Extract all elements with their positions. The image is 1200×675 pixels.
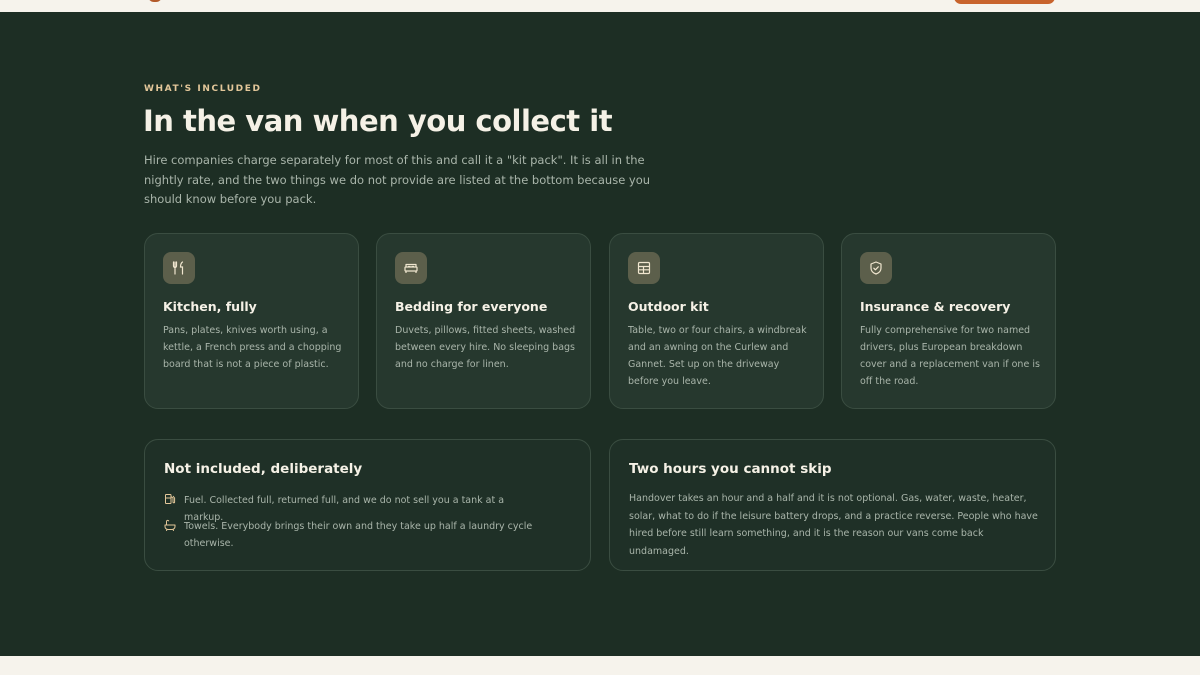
card-body: Pans, plates, knives worth using, a kett… xyxy=(163,325,342,370)
section-lede: Hire companies charge separately for mos… xyxy=(144,153,651,206)
section-heading: In the van when you collect it xyxy=(143,104,613,138)
card-title: Insurance & recovery xyxy=(860,299,1011,314)
card-insurance: Insurance & recovery Fully comprehensive… xyxy=(841,233,1056,409)
fuel-icon xyxy=(165,494,176,504)
utensils-icon xyxy=(163,252,195,284)
panel-body: Handover takes an hour and a half and it… xyxy=(629,493,1038,557)
logo-icon[interactable] xyxy=(148,0,162,2)
list-item-text: Towels. Everybody brings their own and t… xyxy=(184,521,533,549)
list-item: Towels. Everybody brings their own and t… xyxy=(164,518,544,552)
not-included-panel: Not included, deliberately Fuel. Collect… xyxy=(144,439,591,571)
handover-panel: Two hours you cannot skip Handover takes… xyxy=(609,439,1056,571)
card-outdoor: Outdoor kit Table, two or four chairs, a… xyxy=(609,233,824,409)
card-body: Duvets, pillows, fitted sheets, washed b… xyxy=(395,325,576,370)
section-eyebrow: WHAT'S INCLUDED xyxy=(144,84,262,94)
bed-icon xyxy=(395,252,427,284)
card-title: Bedding for everyone xyxy=(395,299,548,314)
bath-icon xyxy=(164,519,176,531)
header-strip xyxy=(0,0,1200,12)
card-bedding: Bedding for everyone Duvets, pillows, fi… xyxy=(376,233,591,409)
grid-icon xyxy=(628,252,660,284)
panel-title: Not included, deliberately xyxy=(164,461,363,477)
book-button[interactable] xyxy=(954,0,1055,4)
footer-strip xyxy=(0,656,1200,675)
shield-check-icon xyxy=(860,252,892,284)
panel-title: Two hours you cannot skip xyxy=(629,461,832,477)
card-body: Fully comprehensive for two named driver… xyxy=(860,325,1040,387)
card-body: Table, two or four chairs, a windbreak a… xyxy=(628,325,807,387)
card-kitchen: Kitchen, fully Pans, plates, knives wort… xyxy=(144,233,359,409)
card-title: Kitchen, fully xyxy=(163,299,257,314)
card-title: Outdoor kit xyxy=(628,299,709,314)
